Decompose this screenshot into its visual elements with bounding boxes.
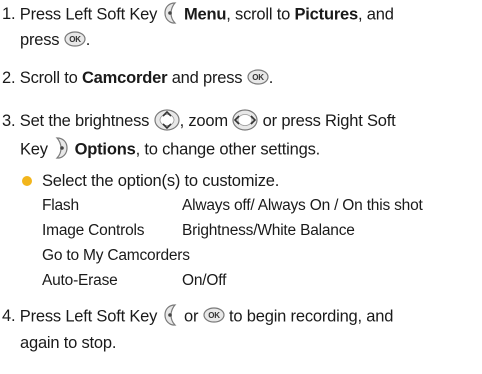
option-value-image-controls: Brightness/White Balance: [182, 222, 355, 239]
step-text: , zoom: [179, 112, 229, 130]
option-value-auto-erase: On/Off: [182, 272, 227, 289]
left-soft-key-icon: [162, 303, 180, 327]
svg-text:OK: OK: [69, 35, 81, 44]
right-soft-key-icon: [52, 136, 70, 160]
step-number: 3.: [2, 112, 16, 130]
step-2: 2. Scroll to Camcorder and press OK .: [2, 67, 273, 89]
options-label: Options: [74, 140, 136, 159]
step-text: press: [20, 31, 60, 49]
step-number: 4.: [2, 307, 16, 326]
step-number: 2.: [2, 69, 16, 87]
step-text: or: [183, 307, 199, 326]
ok-key-icon: OK: [247, 69, 269, 85]
step-text: Press Left Soft Key: [19, 5, 158, 24]
step-4-line-2: again to stop.: [20, 334, 117, 352]
step-4-line-1: 4. Press Left Soft Key or OK to begin re…: [2, 303, 394, 329]
step-3-line-2: Key Options, to change other settings.: [20, 136, 321, 162]
step-text: Scroll to: [19, 69, 78, 87]
bullet-dot: [22, 176, 32, 186]
pictures-label: Pictures: [294, 5, 358, 24]
step-text: or press Right Soft: [262, 112, 396, 130]
step-text: to begin recording, and: [229, 307, 394, 326]
bullet-text: Select the option(s) to customize.: [42, 172, 280, 190]
svg-text:OK: OK: [252, 73, 264, 82]
camcorder-label: Camcorder: [81, 69, 168, 87]
option-value-flash: Always off/ Always On / On this shot: [182, 197, 423, 214]
left-soft-key-icon: [162, 1, 180, 25]
option-name-image-controls: Image Controls: [42, 222, 145, 239]
step-1-line-1: 1. Press Left Soft Key Menu, scroll to P…: [2, 1, 394, 27]
step-text: , and: [358, 5, 394, 24]
option-name-go-to-my-camcorders: Go to My Camcorders: [42, 247, 190, 264]
step-1-line-2: press OK .: [20, 29, 90, 51]
option-name-auto-erase: Auto-Erase: [42, 272, 118, 289]
step-text: , to change other settings.: [135, 140, 321, 159]
step-number: 1.: [2, 5, 16, 24]
nav-left-right-icon: [232, 109, 258, 131]
menu-label: Menu: [183, 5, 227, 24]
step-text: .: [85, 31, 91, 49]
step-text: and press: [171, 69, 243, 87]
step-text: Press Left Soft Key: [19, 307, 158, 326]
option-name-flash: Flash: [42, 197, 79, 214]
ok-key-icon: OK: [64, 31, 86, 47]
svg-text:OK: OK: [208, 311, 220, 320]
step-text: Key: [20, 140, 48, 159]
step-3-line-1: 3. Set the brightness , zoom or press Ri…: [2, 109, 396, 133]
ok-key-icon: OK: [203, 307, 225, 323]
step-text: .: [268, 69, 274, 87]
step-text: , scroll to: [226, 5, 291, 24]
step-text: Set the brightness: [19, 112, 150, 130]
nav-up-down-icon: [153, 109, 180, 131]
